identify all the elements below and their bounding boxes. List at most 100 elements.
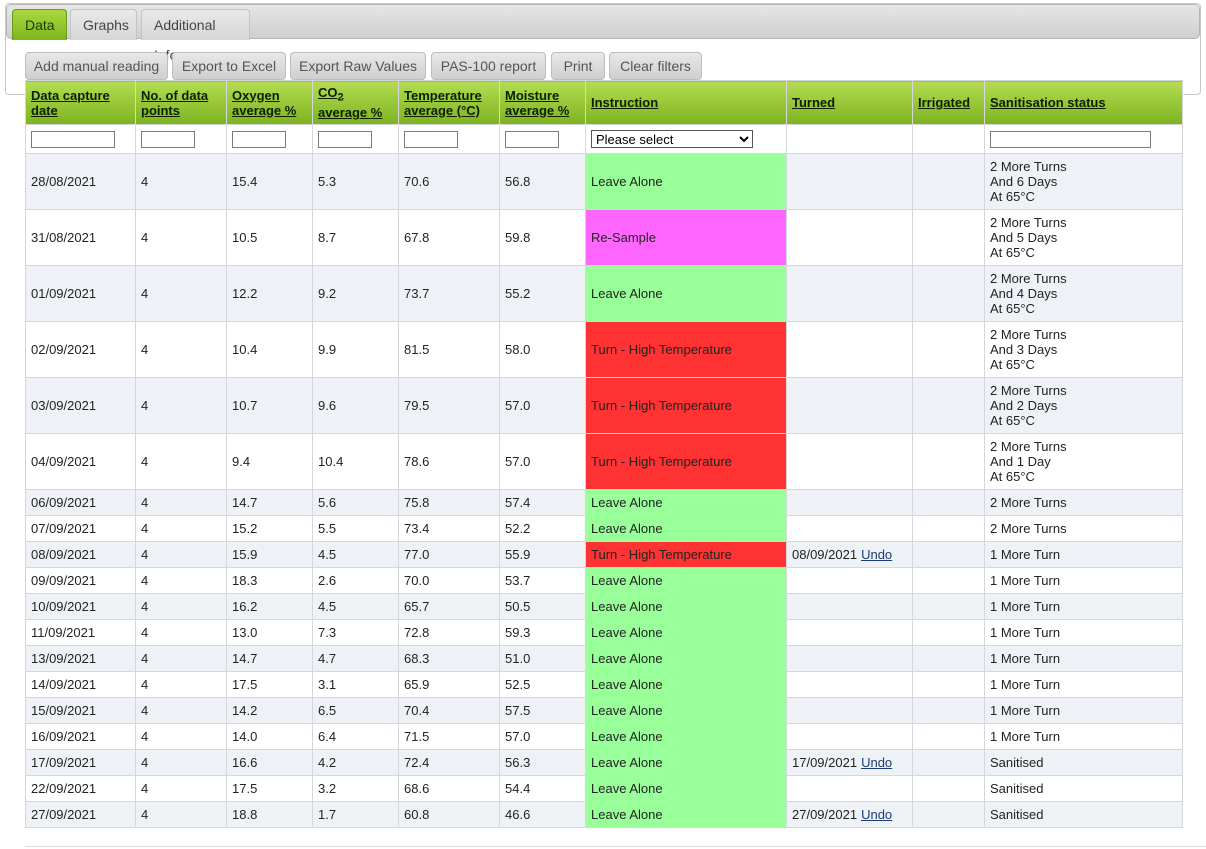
sanitisation-status-cell: 1 More Turn (984, 619, 1183, 646)
moisture-cell: 46.6 (499, 801, 586, 828)
sanitisation-status-cell: 2 More Turns And 3 Days At 65°C (984, 321, 1183, 378)
co2-cell: 8.7 (312, 209, 399, 266)
temperature-cell: 72.4 (398, 749, 500, 776)
header-oxygen[interactable]: Oxygen average % (226, 80, 313, 125)
sanitisation-status-cell: 1 More Turn (984, 697, 1183, 724)
instruction-cell: Re-Sample (585, 209, 787, 266)
turned-cell (786, 209, 913, 266)
table-row: 08/09/2021 4 15.9 4.5 77.0 55.9 Turn - High Te… (25, 541, 1183, 568)
header-sanitisation[interactable]: Sanitisation status (984, 80, 1183, 125)
co2-cell: 4.7 (312, 645, 399, 672)
turned-cell (786, 697, 913, 724)
table-row: 07/09/2021 4 15.2 5.5 73.4 52.2 Leave Alone 2 M… (25, 515, 1183, 542)
date-cell: 14/09/2021 (25, 671, 136, 698)
sanitisation-status-cell: 1 More Turn (984, 593, 1183, 620)
undo-turn-link[interactable]: Undo (861, 547, 892, 562)
table-row: 10/09/2021 4 16.2 4.5 65.7 50.5 Leave Alone 1 M… (25, 593, 1183, 620)
moisture-filter-input[interactable] (505, 130, 559, 148)
oxygen-filter-input[interactable] (232, 130, 286, 148)
moisture-cell: 59.3 (499, 619, 586, 646)
oxygen-cell: 10.7 (226, 377, 313, 434)
moisture-cell: 54.4 (499, 775, 586, 802)
irrigated-cell (912, 593, 985, 620)
date-cell: 10/09/2021 (25, 593, 136, 620)
export-raw-values-button[interactable]: Export Raw Values (290, 52, 426, 80)
export-to-excel-button[interactable]: Export to Excel (172, 52, 286, 80)
header-instruction[interactable]: Instruction (585, 80, 787, 125)
instruction-cell: Turn - High Temperature (585, 377, 787, 434)
sort-turned-link[interactable]: Turned (792, 95, 835, 110)
readings-table: Data capture date No. of data points Oxy… (25, 80, 1183, 828)
date-filter-input[interactable] (31, 130, 115, 148)
turned-cell: 17/09/2021 Undo (786, 749, 913, 776)
sort-instruction-link[interactable]: Instruction (591, 95, 658, 110)
header-points[interactable]: No. of data points (135, 80, 227, 125)
temperature-cell: 68.6 (398, 775, 500, 802)
sort-oxygen-link[interactable]: Oxygen average % (232, 88, 296, 118)
oxygen-cell: 17.5 (226, 775, 313, 802)
sanitisation-status-cell: 1 More Turn (984, 723, 1183, 750)
add-manual-reading-button[interactable]: Add manual reading (25, 52, 168, 80)
table-row: 13/09/2021 4 14.7 4.7 68.3 51.0 Leave Alone 1 M… (25, 645, 1183, 672)
co2-filter-input[interactable] (318, 130, 372, 148)
clear-filters-button[interactable]: Clear filters (609, 52, 702, 80)
date-cell: 15/09/2021 (25, 697, 136, 724)
moisture-cell: 57.4 (499, 489, 586, 516)
date-cell: 22/09/2021 (25, 775, 136, 802)
tab-additional-info[interactable]: Additional Info (141, 9, 250, 63)
points-cell: 4 (135, 265, 227, 322)
co2-cell: 5.6 (312, 489, 399, 516)
instruction-filter-select[interactable]: Please select (591, 130, 753, 148)
oxygen-cell: 9.4 (226, 433, 313, 490)
turned-cell (786, 567, 913, 594)
instruction-cell: Turn - High Temperature (585, 541, 787, 568)
sanitisation-status-cell: 2 More Turns And 2 Days At 65°C (984, 377, 1183, 434)
undo-turn-link[interactable]: Undo (861, 807, 892, 822)
header-turned[interactable]: Turned (786, 80, 913, 125)
pas100-report-button[interactable]: PAS-100 report (431, 52, 546, 80)
co2-cell: 3.1 (312, 671, 399, 698)
irrigated-cell (912, 541, 985, 568)
temperature-filter-input[interactable] (404, 130, 458, 148)
irrigated-cell (912, 265, 985, 322)
instruction-cell: Leave Alone (585, 697, 787, 724)
table-row: 06/09/2021 4 14.7 5.6 75.8 57.4 Leave Alone 2 M… (25, 489, 1183, 516)
oxygen-cell: 10.5 (226, 209, 313, 266)
turned-cell (786, 489, 913, 516)
print-button[interactable]: Print (551, 52, 605, 80)
points-cell: 4 (135, 593, 227, 620)
header-date[interactable]: Data capture date (25, 80, 136, 125)
sort-moisture-link[interactable]: Moisture average % (505, 88, 569, 118)
instruction-cell: Leave Alone (585, 153, 787, 210)
date-cell: 04/09/2021 (25, 433, 136, 490)
instruction-cell: Leave Alone (585, 775, 787, 802)
date-cell: 27/09/2021 (25, 801, 136, 828)
date-cell: 09/09/2021 (25, 567, 136, 594)
tab-graphs[interactable]: Graphs (70, 9, 137, 40)
co2-cell: 6.5 (312, 697, 399, 724)
sanitisation-status-cell: 2 More Turns (984, 515, 1183, 542)
sort-date-link[interactable]: Data capture date (31, 88, 110, 118)
tab-data[interactable]: Data (12, 9, 67, 40)
date-cell: 02/09/2021 (25, 321, 136, 378)
date-cell: 11/09/2021 (25, 619, 136, 646)
header-irrigated[interactable]: Irrigated (912, 80, 985, 125)
irrigated-cell (912, 567, 985, 594)
header-temperature[interactable]: Temperature average (°C) (398, 80, 500, 125)
date-cell: 28/08/2021 (25, 153, 136, 210)
sort-points-link[interactable]: No. of data points (141, 88, 208, 118)
filter-row: Please select (25, 124, 1183, 154)
undo-turn-link[interactable]: Undo (861, 755, 892, 770)
points-cell: 4 (135, 321, 227, 378)
sort-co2-link[interactable]: CO2 average % (318, 85, 382, 121)
points-filter-input[interactable] (141, 130, 195, 148)
sanitisation-filter-input[interactable] (990, 130, 1151, 148)
sort-temperature-link[interactable]: Temperature average (°C) (404, 88, 482, 118)
moisture-cell: 51.0 (499, 645, 586, 672)
sort-irrigated-link[interactable]: Irrigated (918, 95, 970, 110)
header-moisture[interactable]: Moisture average % (499, 80, 586, 125)
header-co2[interactable]: CO2 average % (312, 80, 399, 125)
points-cell: 4 (135, 209, 227, 266)
points-cell: 4 (135, 567, 227, 594)
sort-sanitisation-link[interactable]: Sanitisation status (990, 95, 1106, 110)
